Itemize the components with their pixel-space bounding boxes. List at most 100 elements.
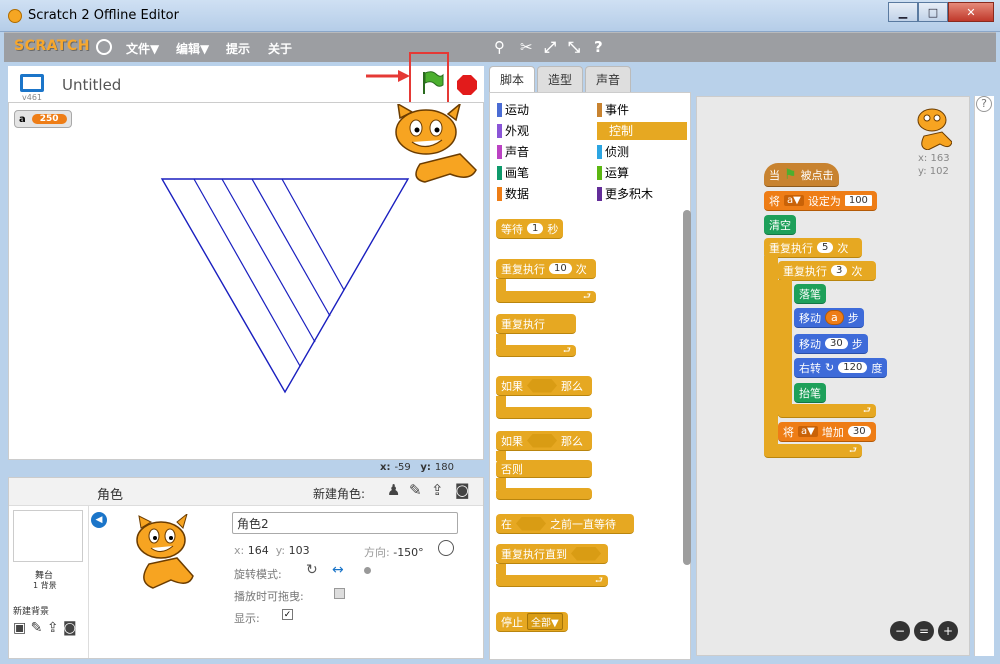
category-sound[interactable]: 声音 (497, 143, 529, 161)
show-checkbox[interactable]: ✓ (282, 609, 293, 620)
script-when-flag-clicked[interactable]: 当 ⚑ 被点击 (764, 163, 839, 187)
annotation-arrow-icon (366, 70, 410, 82)
script-outer-repeat[interactable]: 重复执行 5 次 (764, 238, 862, 258)
sprites-title: 角色 (97, 488, 124, 503)
grow-icon[interactable]: ⤢ (544, 38, 556, 56)
menu-about[interactable]: 关于 (268, 40, 292, 57)
left-right-icon[interactable]: ↔ (332, 562, 344, 578)
delete-scissors-icon[interactable]: ✂ (520, 38, 533, 56)
draggable-checkbox[interactable] (334, 588, 345, 599)
block-wait-until[interactable]: 在之前一直等待 (496, 514, 634, 534)
script-change-variable[interactable]: 将 a▼ 增加 30 (778, 422, 876, 442)
upload-icon[interactable]: ⇪ (431, 481, 444, 499)
minimize-button[interactable]: ▁ (888, 2, 918, 22)
tab-scripts[interactable]: 脚本 (489, 66, 536, 92)
category-events[interactable]: 事件 (597, 101, 629, 119)
category-data[interactable]: 数据 (497, 185, 529, 203)
backdrop-tools-icon[interactable]: ▣ ✎ ⇪ ◙ (13, 620, 77, 636)
zoom-out-button[interactable]: − (890, 621, 910, 641)
category-motion[interactable]: 运动 (497, 101, 529, 119)
green-flag-icon[interactable] (420, 70, 444, 96)
block-forever-foot: ⮐ (496, 345, 576, 357)
duplicate-stamp-icon[interactable]: ⚲ (494, 38, 505, 56)
script-inner-repeat[interactable]: 重复执行 3 次 (778, 261, 876, 281)
shrink-icon[interactable]: ⤡ (568, 38, 580, 56)
back-arrow-icon[interactable]: ◀ (91, 512, 107, 528)
script-clear[interactable]: 清空 (764, 215, 796, 235)
category-pen[interactable]: 画笔 (497, 164, 529, 182)
script-move-var[interactable]: 移动 a 步 (794, 308, 864, 328)
menu-edit[interactable]: 编辑▼ (176, 40, 209, 57)
variable-name: a (19, 113, 26, 125)
tab-sounds[interactable]: 声音 (585, 66, 632, 92)
zoom-reset-button[interactable]: = (914, 621, 934, 641)
version-label: v461 (22, 93, 43, 102)
paint-brush-icon[interactable]: ✎ (409, 481, 422, 499)
script-pen-up[interactable]: 抬笔 (794, 383, 826, 403)
block-repeat[interactable]: 重复执行 10 次 (496, 259, 596, 279)
block-else: 否则 (496, 460, 592, 478)
script-area-scrollbar[interactable] (974, 96, 994, 656)
sprite-name-input[interactable] (232, 512, 458, 534)
fullscreen-icon[interactable] (20, 74, 44, 92)
window-title: Scratch 2 Offline Editor (28, 8, 179, 23)
dont-rotate-icon[interactable] (364, 567, 371, 574)
block-if-foot (496, 407, 592, 419)
block-if-else-foot (496, 488, 592, 500)
tab-costumes[interactable]: 造型 (537, 66, 584, 92)
category-sensing[interactable]: 侦测 (597, 143, 629, 161)
window-controls: ▁ □ ✕ (888, 2, 994, 22)
menubar: SCRATCH 文件▼ 编辑▼ 提示 关于 ⚲ ✂ ⤢ ⤡ ? (4, 32, 996, 62)
backdrop-count: 1 背景 (33, 581, 57, 590)
project-title[interactable]: Untitled (62, 76, 121, 94)
script-turn-right[interactable]: 右转 ↻ 120 度 (794, 358, 888, 378)
zoom-in-button[interactable]: + (938, 621, 958, 641)
block-help-icon[interactable]: ? (594, 38, 603, 56)
block-stop[interactable]: 停止 全部▼ (496, 612, 568, 632)
stage-thumbnail[interactable] (13, 510, 83, 562)
category-operators[interactable]: 运算 (597, 164, 629, 182)
script-outer-repeat-foot: ⮐ (764, 444, 862, 458)
script-outer-repeat-arm (764, 256, 778, 448)
category-looks[interactable]: 外观 (497, 122, 529, 140)
palette-scrollbar[interactable] (683, 210, 691, 565)
stop-icon[interactable] (457, 75, 477, 95)
menu-tips[interactable]: 提示 (226, 40, 250, 57)
script-pen-down[interactable]: 落笔 (794, 284, 826, 304)
category-more-blocks[interactable]: 更多积木 (597, 185, 653, 203)
script-inner-repeat-foot: ⮐ (778, 404, 876, 418)
block-if-else[interactable]: 如果 那么 (496, 431, 592, 451)
mouse-y: 180 (434, 462, 454, 473)
language-globe-icon[interactable] (96, 39, 112, 55)
show-label: 显示: (234, 612, 260, 625)
script-sprite-cat-icon (917, 108, 952, 150)
variable-monitor[interactable]: a 250 (14, 110, 72, 128)
rotation-style-label: 旋转模式: (234, 568, 282, 581)
cat-sprite-icon[interactable] (390, 104, 480, 184)
direction-dial-icon[interactable] (438, 540, 454, 556)
block-repeat-until[interactable]: 重复执行直到 (496, 544, 608, 564)
mouse-x: -59 (394, 462, 411, 473)
sprite-library-icon[interactable]: ♟ (387, 481, 400, 499)
block-if[interactable]: 如果 那么 (496, 376, 592, 396)
script-sprite-position: x: 163 y: 102 (918, 153, 950, 177)
script-inner-repeat-arm (778, 280, 792, 416)
rotate-all-around-icon[interactable]: ↻ (306, 562, 318, 578)
close-button[interactable]: ✕ (948, 2, 994, 22)
script-set-variable[interactable]: 将 a▼ 设定为 100 (764, 191, 877, 211)
menu-file[interactable]: 文件▼ (126, 40, 159, 57)
editor-tabs: 脚本 造型 声音 (489, 66, 633, 92)
mouse-coordinates: x: -59 y: 180 (380, 462, 454, 473)
category-list: 运动 事件 外观 控制 声音 侦测 画笔 运算 数据 更多积木 (495, 99, 687, 204)
app-icon (8, 9, 22, 23)
sprite-thumbnail-cat-icon (136, 514, 194, 589)
new-sprite-label: 新建角色: (313, 487, 366, 501)
block-forever[interactable]: 重复执行 (496, 314, 576, 334)
category-control[interactable]: 控制 (597, 122, 687, 140)
camera-icon[interactable]: ◙ (455, 481, 470, 499)
help-icon[interactable]: ? (976, 96, 992, 112)
maximize-button[interactable]: □ (918, 2, 948, 22)
scratch-logo[interactable]: SCRATCH (14, 38, 90, 54)
block-wait[interactable]: 等待 1 秒 (496, 219, 564, 239)
script-move-30[interactable]: 移动 30 步 (794, 334, 868, 354)
